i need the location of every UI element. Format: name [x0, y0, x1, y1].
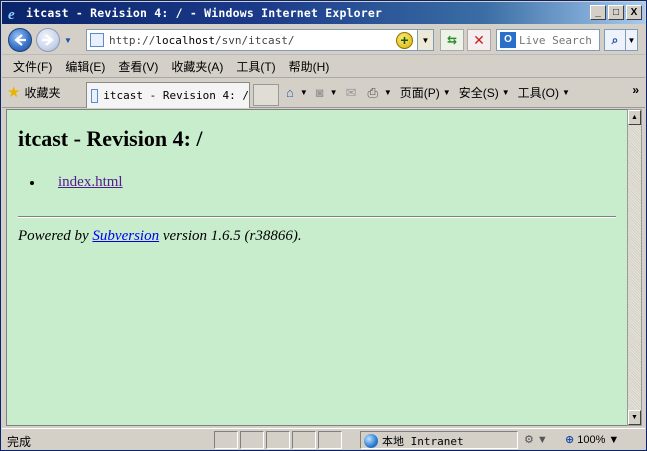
forward-button[interactable] [36, 28, 60, 52]
navigation-bar: ▼ http://localhost/svn/itcast/ + ▼ ⇆ ✕ O… [2, 25, 645, 55]
title-bar[interactable]: e itcast - Revision 4: / - Windows Inter… [2, 2, 645, 24]
menu-favorites[interactable]: 收藏夹(A) [166, 58, 231, 75]
live-search-icon: O [500, 32, 516, 48]
search-input[interactable] [519, 33, 599, 47]
protected-mode-icon: ⚙ [524, 434, 534, 446]
back-button[interactable] [8, 28, 32, 52]
status-text: 完成 [7, 435, 32, 449]
menu-tools[interactable]: 工具(T) [231, 58, 283, 75]
list-item: index.html [44, 174, 616, 191]
address-bar[interactable]: http://localhost/svn/itcast/ + ▼ [86, 29, 434, 51]
tools-menu[interactable]: 工具(O) ▼ [518, 84, 570, 101]
print-button[interactable]: ⎙ ▼ [367, 85, 391, 101]
browser-window: e itcast - Revision 4: / - Windows Inter… [0, 0, 647, 451]
home-button[interactable]: ⌂ ▼ [286, 85, 308, 100]
menu-view[interactable]: 查看(V) [113, 58, 166, 75]
close-button[interactable]: X [626, 5, 642, 20]
page-viewport: itcast - Revision 4: / index.html Powere… [6, 109, 627, 426]
page-content: itcast - Revision 4: / index.html Powere… [7, 110, 627, 261]
window-title: itcast - Revision 4: / - Windows Interne… [26, 6, 383, 20]
search-box[interactable]: O [496, 29, 600, 51]
back-icon [14, 34, 26, 46]
home-icon: ⌂ [286, 85, 294, 100]
more-commands-button[interactable]: » [632, 83, 639, 97]
search-icon: ⌕ [611, 32, 619, 47]
refresh-button[interactable]: ⇆ [440, 29, 464, 51]
subversion-link[interactable]: Subversion [92, 228, 159, 244]
tab-title: itcast - Revision 4: / [103, 89, 249, 102]
refresh-icon: ⇆ [446, 33, 458, 47]
status-panel [266, 431, 290, 449]
search-options-dropdown[interactable]: ▼ [626, 29, 638, 51]
page-heading: itcast - Revision 4: / [18, 126, 203, 151]
footer: Powered by Subversion version 1.6.5 (r38… [18, 228, 302, 244]
menu-edit[interactable]: 编辑(E) [60, 58, 113, 75]
file-list: index.html [44, 174, 616, 191]
new-tab-button[interactable] [253, 84, 279, 106]
star-icon: ★ [7, 84, 21, 101]
divider [18, 216, 616, 218]
read-mail-button[interactable]: ✉ [346, 85, 360, 101]
feeds-button[interactable]: ◙ ▼ [316, 85, 338, 100]
zoom-icon: ⊕ [565, 434, 575, 446]
page-icon [91, 88, 99, 103]
security-zone[interactable]: 本地 Intranet [364, 433, 464, 449]
rss-icon: ◙ [315, 85, 324, 100]
file-link-index-html[interactable]: index.html [58, 174, 123, 190]
status-panel [318, 431, 342, 449]
scroll-down-button[interactable]: ▼ [628, 410, 641, 425]
mail-icon: ✉ [345, 84, 357, 100]
protected-mode-button[interactable]: ⚙ ▼ [524, 433, 548, 447]
menu-help[interactable]: 帮助(H) [284, 58, 338, 75]
page-menu[interactable]: 页面(P) ▼ [400, 84, 451, 101]
svg-text:e: e [8, 7, 15, 21]
stop-button[interactable]: ✕ [467, 29, 491, 51]
forward-icon [42, 34, 54, 46]
status-panel [240, 431, 264, 449]
status-panel [292, 431, 316, 449]
zoom-button[interactable]: ⊕ 100% ▼ [565, 433, 619, 447]
print-icon: ⎙ [367, 84, 378, 100]
globe-icon [364, 434, 378, 448]
address-dropdown[interactable]: ▼ [417, 30, 433, 50]
vertical-scrollbar[interactable]: ▲ ▼ [627, 109, 642, 426]
favorites-button[interactable]: ★ 收藏夹 [7, 84, 60, 101]
search-button[interactable]: ⌕ [604, 29, 626, 51]
recent-pages-dropdown[interactable]: ▼ [64, 36, 72, 45]
favorites-label: 收藏夹 [24, 86, 61, 100]
scroll-up-button[interactable]: ▲ [628, 110, 641, 125]
menu-file[interactable]: 文件(F) [8, 58, 60, 75]
ie-app-icon: e [8, 7, 15, 21]
minimize-button[interactable]: _ [590, 5, 606, 20]
stop-icon: ✕ [473, 31, 485, 48]
command-bar: ★ 收藏夹 itcast - Revision 4: / ⌂ ▼ ◙ ▼ ✉ ⎙ ▼ … [2, 79, 645, 108]
status-panel [214, 431, 238, 449]
menu-bar: 文件(F) 编辑(E) 查看(V) 收藏夹(A) 工具(T) 帮助(H) [2, 56, 645, 78]
status-bar: 完成 本地 Intranet ⚙ ▼ ⊕ 100% ▼ [2, 428, 645, 450]
go-icon[interactable]: + [396, 32, 413, 49]
maximize-button[interactable]: □ [608, 5, 624, 20]
safety-menu[interactable]: 安全(S) ▼ [459, 84, 510, 101]
address-url[interactable]: http://localhost/svn/itcast/ [109, 34, 294, 47]
page-icon [90, 33, 104, 47]
browser-tab[interactable]: itcast - Revision 4: / [86, 82, 250, 108]
